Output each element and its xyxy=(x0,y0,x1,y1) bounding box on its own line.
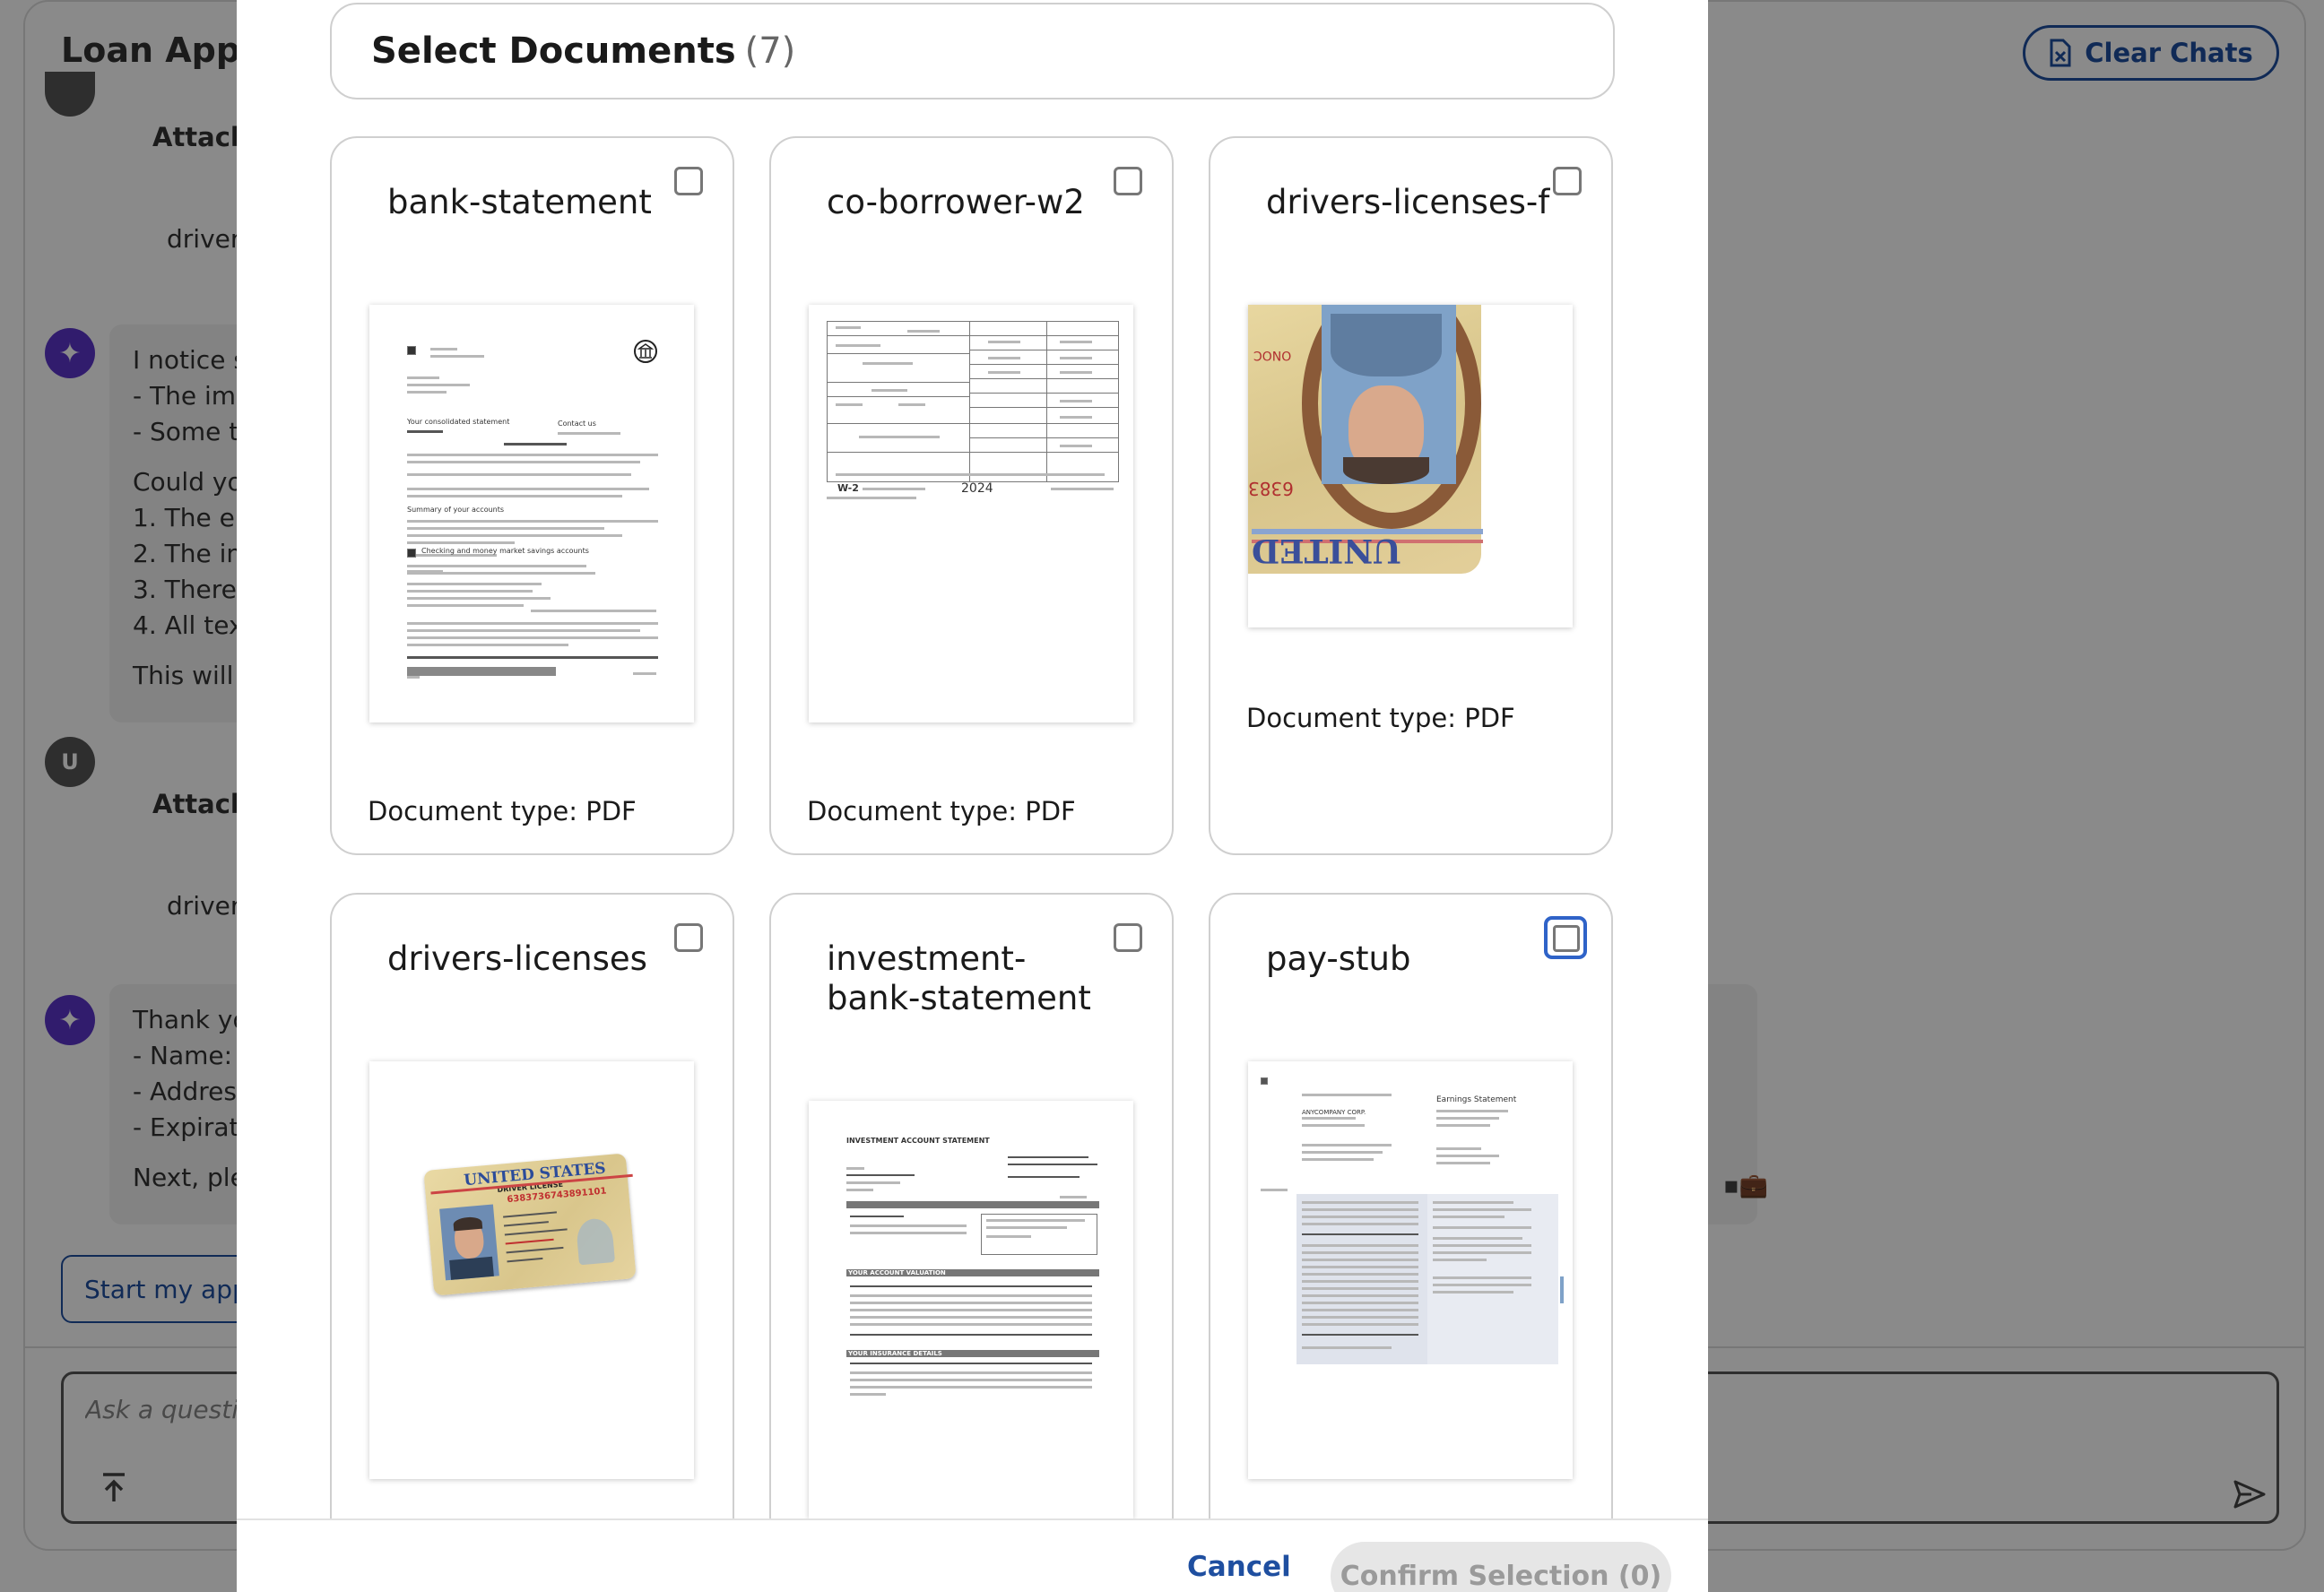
preview-w2-year: 2024 xyxy=(961,481,993,496)
preview-contact: Contact us xyxy=(558,420,596,428)
document-preview-w2: W-2 2024 xyxy=(809,305,1133,722)
preview-w2-form: W-2 xyxy=(837,482,859,494)
preview-investment-valuation: YOUR ACCOUNT VALUATION xyxy=(848,1269,946,1276)
preview-pay-stub-heading: Earnings Statement xyxy=(1436,1095,1517,1104)
document-card-co-borrower-w2[interactable]: co-borrower-w2 W-2 2024 Document type: P… xyxy=(769,136,1174,855)
document-name: investment- bank-statement xyxy=(827,939,1091,1017)
document-name: drivers-licenses-f xyxy=(1266,183,1550,221)
preview-heading: Your consolidated statement xyxy=(407,418,510,426)
modal-footer: Cancel Confirm Selection (0) xyxy=(237,1518,1708,1592)
document-name: drivers-licenses xyxy=(387,939,647,978)
document-checkbox[interactable] xyxy=(1544,916,1587,959)
document-preview-pay-stub: ANYCOMPANY CORP. Earnings Statement xyxy=(1248,1061,1573,1479)
preview-investment-heading: INVESTMENT ACCOUNT STATEMENT xyxy=(846,1137,990,1145)
select-documents-modal: Select Documents (7) bank-statement Your… xyxy=(237,0,1708,1592)
document-count: (7) xyxy=(744,30,796,72)
modal-title: Select Documents xyxy=(371,30,736,72)
document-type-label: Document type: PDF xyxy=(368,796,637,826)
confirm-selection-button[interactable]: Confirm Selection (0) xyxy=(1331,1542,1671,1592)
document-preview-license: UNITED STATES DRIVER LICENSE 63837367438… xyxy=(369,1061,694,1479)
document-name: co-borrower-w2 xyxy=(827,183,1085,221)
document-checkbox[interactable] xyxy=(1553,167,1582,195)
document-checkbox[interactable] xyxy=(1114,923,1142,952)
cancel-button[interactable]: Cancel xyxy=(1187,1551,1291,1583)
document-name: pay-stub xyxy=(1266,939,1411,978)
document-type-label: Document type: PDF xyxy=(1246,703,1515,733)
preview-checking: Checking and money market savings accoun… xyxy=(421,547,589,555)
modal-header: Select Documents (7) xyxy=(330,3,1615,100)
document-name: bank-statement xyxy=(387,183,652,221)
document-preview-investment: INVESTMENT ACCOUNT STATEMENT YOUR ACCOUN… xyxy=(809,1101,1133,1518)
bank-logo-icon xyxy=(634,340,657,363)
document-card-investment-bank-statement[interactable]: investment- bank-statement INVESTMENT AC… xyxy=(769,893,1174,1574)
document-preview-bank-statement: Your consolidated statement Contact us S… xyxy=(369,305,694,722)
document-checkbox[interactable] xyxy=(1114,167,1142,195)
preview-license-banner-flipped: UNITED xyxy=(1252,532,1401,569)
document-card-bank-statement[interactable]: bank-statement Your consolidated stateme… xyxy=(330,136,734,855)
document-checkbox[interactable] xyxy=(674,167,703,195)
document-card-pay-stub[interactable]: pay-stub ANYCOMPANY CORP. Earnings State… xyxy=(1209,893,1613,1574)
document-type-label: Document type: PDF xyxy=(807,796,1076,826)
preview-pay-stub-company: ANYCOMPANY CORP. xyxy=(1302,1109,1366,1116)
document-checkbox[interactable] xyxy=(674,923,703,952)
document-card-drivers-licenses[interactable]: drivers-licenses UNITED STATES DRIVER LI… xyxy=(330,893,734,1574)
preview-summary: Summary of your accounts xyxy=(407,506,505,514)
document-card-drivers-licenses-f[interactable]: drivers-licenses-f UNITED ONOC 6383 Docu… xyxy=(1209,136,1613,855)
document-preview-license-flipped: UNITED ONOC 6383 xyxy=(1248,305,1573,627)
preview-investment-insurance: YOUR INSURANCE DETAILS xyxy=(848,1350,942,1357)
